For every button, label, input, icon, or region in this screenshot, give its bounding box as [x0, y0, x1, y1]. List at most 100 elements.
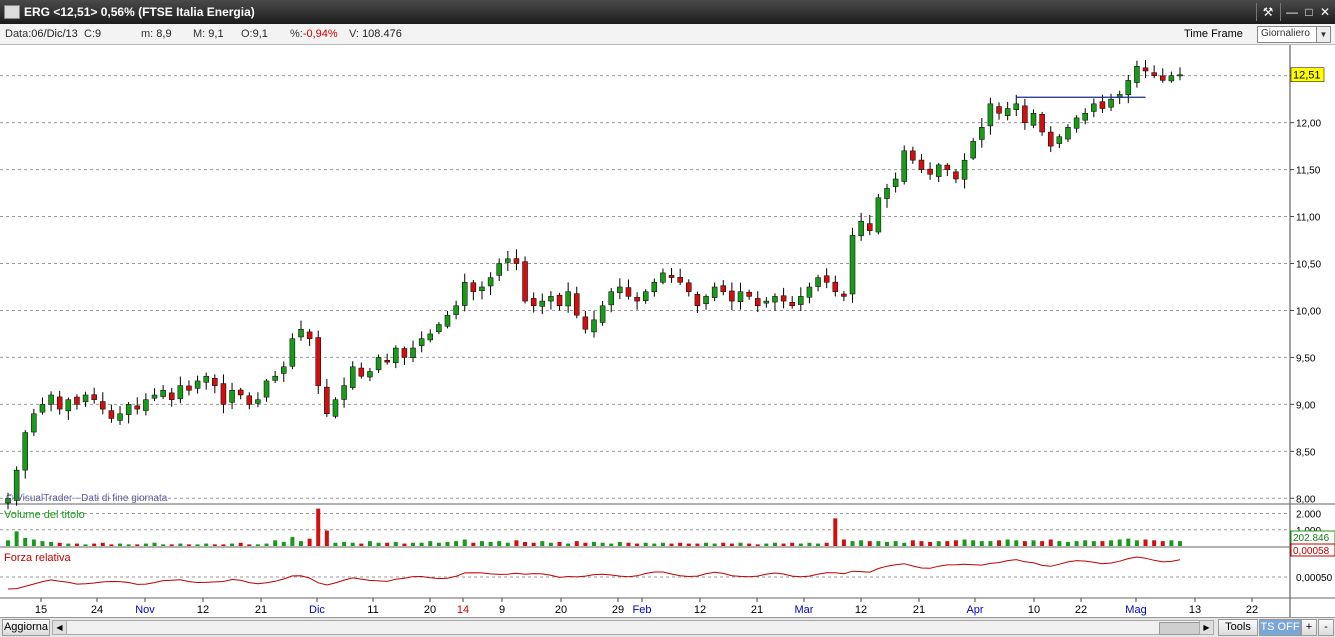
candle-up [427, 333, 434, 341]
scroll-right-icon[interactable]: ▶ [1199, 621, 1213, 634]
candle-up [1082, 112, 1088, 121]
refresh-button[interactable]: Aggiorna [2, 619, 50, 636]
volume-bar [402, 543, 407, 546]
candle-up [849, 235, 856, 295]
volume-bar [40, 541, 45, 546]
candle-up [1177, 74, 1183, 77]
candle-up [461, 282, 468, 306]
volume-bar [1031, 540, 1036, 546]
candle-down [720, 285, 727, 292]
candle-up [875, 197, 882, 233]
volume-bar [247, 544, 252, 546]
x-tick-label: 29 [612, 604, 624, 616]
volume-bar [876, 541, 881, 546]
volume-bar [824, 542, 829, 546]
candle-down [677, 277, 683, 283]
volume-bar [488, 541, 493, 546]
candle-up [298, 328, 304, 338]
candle-up [1134, 66, 1140, 83]
candle-up [444, 314, 451, 327]
volume-bar [1109, 540, 1114, 546]
candle-down [306, 331, 313, 339]
volume-bar [462, 539, 467, 546]
candle-up [1065, 127, 1071, 140]
candle-down [823, 275, 830, 283]
candle-up [487, 277, 494, 287]
candle-up [203, 375, 209, 383]
candle-up [22, 432, 28, 471]
volume-bar [299, 541, 303, 546]
candle-up [660, 272, 666, 283]
zoom-out-button[interactable]: - [1318, 619, 1334, 636]
volume-bar [393, 541, 398, 546]
volume-bar [729, 543, 734, 546]
candle-up [987, 103, 994, 127]
chevron-down-icon[interactable]: ▼ [1316, 27, 1330, 42]
zoom-in-button[interactable]: + [1301, 619, 1317, 636]
candle-up [961, 159, 968, 180]
volume-bar [893, 541, 898, 546]
candle-down [1151, 72, 1157, 76]
candle-up [31, 413, 37, 433]
volume-bar [807, 542, 812, 546]
window-title: ERG <12,51> 0,56% (FTSE Italia Energia) [24, 5, 255, 19]
candle-down [220, 383, 227, 405]
candle-down [686, 282, 692, 292]
timeframe-select[interactable]: Giornaliero ▼ [1257, 26, 1331, 43]
candle-up [375, 357, 382, 371]
candle-up [496, 263, 502, 276]
volume-bar [738, 542, 743, 546]
candle-down [910, 150, 916, 161]
candle-up [349, 366, 356, 388]
tools-button[interactable]: Tools [1218, 619, 1258, 636]
candle-up [160, 390, 166, 397]
price-chart[interactable]: 12,5012,0011,5011,0010,5010,009,509,008,… [0, 45, 1335, 617]
volume-bar [1022, 541, 1027, 546]
volume-bar [962, 539, 967, 546]
candle-up [617, 286, 623, 294]
x-tick-label: 24 [91, 604, 103, 616]
x-tick-label: 20 [555, 604, 567, 616]
close-label: C:9 [84, 28, 102, 40]
rs-last-label: 0,00058 [1293, 546, 1330, 557]
volume-bar [936, 541, 941, 546]
volume-bar [66, 543, 71, 546]
candle-up [1091, 103, 1097, 112]
candle-up [341, 385, 347, 400]
candle-up [1030, 112, 1037, 126]
scroll-thumb[interactable] [1159, 622, 1201, 635]
volume-bar [1126, 538, 1131, 546]
volume-bar [1152, 540, 1157, 546]
candle-up [798, 296, 804, 305]
scroll-left-icon[interactable]: ◀ [53, 621, 67, 634]
volume-bar [600, 542, 605, 546]
ts-off-button[interactable]: TS OFF [1259, 619, 1301, 636]
candle-up [143, 399, 149, 411]
volume-bar [1065, 541, 1070, 546]
maximize-icon[interactable]: □ [1301, 4, 1317, 20]
candle-down [108, 410, 115, 419]
chart-app-icon [4, 5, 20, 19]
candle-down [212, 378, 218, 386]
volume-bar [695, 543, 700, 546]
volume-bar [988, 541, 993, 546]
wrench-icon[interactable]: ⚒ [1260, 4, 1276, 20]
minimize-icon[interactable]: — [1284, 4, 1300, 20]
candle-down [1047, 131, 1054, 147]
time-scrollbar[interactable]: ◀ ▶ [52, 620, 1214, 635]
volume-bar [1040, 541, 1045, 546]
volume-bar [126, 544, 131, 546]
volume-bar [385, 542, 390, 546]
volume-bar [979, 541, 984, 546]
close-icon[interactable]: ✕ [1317, 4, 1333, 20]
volume-bar [290, 537, 295, 546]
candle-up [772, 296, 778, 303]
volume-bar [790, 542, 795, 546]
candle-up [453, 305, 459, 315]
volume-bar [350, 542, 355, 546]
candle-down [522, 261, 528, 302]
candle-up [737, 291, 744, 302]
pct-label: %:-0,94% [290, 28, 338, 40]
candle-up [289, 338, 296, 367]
volume-bar [212, 544, 217, 546]
